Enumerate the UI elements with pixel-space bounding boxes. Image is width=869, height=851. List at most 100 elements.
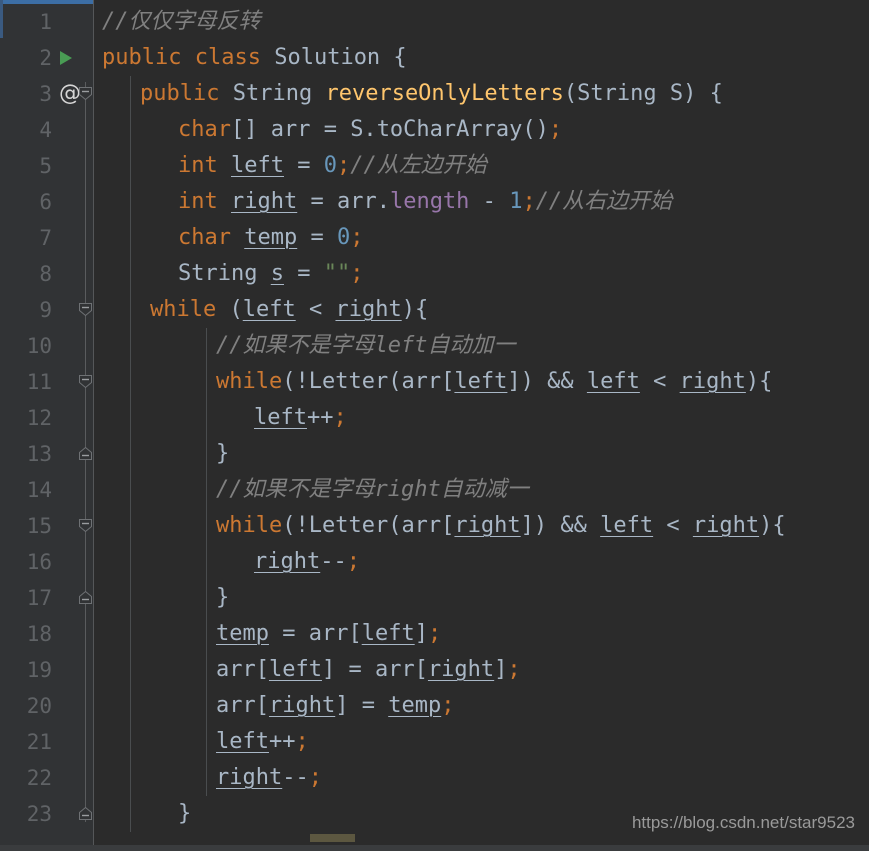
token-sem: ; <box>295 729 309 754</box>
token-pln <box>231 225 244 250</box>
token-var: right <box>692 513 760 538</box>
line-number: 1 <box>39 10 52 34</box>
token-var: right <box>454 513 521 538</box>
fold-collapse-up-icon[interactable] <box>77 589 94 606</box>
indent-guide <box>130 76 131 832</box>
token-pln: (!Letter(arr[ <box>282 513 455 538</box>
code-line[interactable]: left++; <box>216 724 309 760</box>
gutter-row[interactable]: 8 <box>0 256 93 292</box>
gutter-row[interactable]: 6 <box>0 184 93 220</box>
fold-collapse-down-icon[interactable] <box>77 85 94 102</box>
code-line[interactable]: right--; <box>216 760 322 796</box>
gutter-row[interactable]: 2 <box>0 40 93 76</box>
token-var: right <box>216 765 283 790</box>
token-pln <box>312 81 325 106</box>
code-line[interactable]: right--; <box>254 544 360 580</box>
token-sem: ; <box>441 693 455 718</box>
line-number: 16 <box>26 550 52 574</box>
token-num: 1 <box>509 189 523 214</box>
token-var: left <box>268 657 322 682</box>
csdn-watermark: https://blog.csdn.net/star9523 <box>631 813 855 832</box>
code-line[interactable]: int right = arr.length - 1;//从右边开始 <box>178 184 672 220</box>
token-kw: char <box>178 117 231 142</box>
gutter-row[interactable]: 20 <box>0 688 93 724</box>
token-pln: ] = <box>335 693 389 718</box>
code-line[interactable]: char temp = 0; <box>178 220 363 256</box>
gutter-row[interactable]: 18 <box>0 616 93 652</box>
token-sem: ; <box>308 765 322 790</box>
code-line[interactable]: String s = ""; <box>178 256 363 292</box>
line-number: 11 <box>26 370 52 394</box>
code-line[interactable]: left++; <box>254 400 347 436</box>
line-number: 14 <box>26 478 52 502</box>
run-triangle-icon[interactable] <box>60 51 72 65</box>
token-pln: - <box>469 189 510 214</box>
code-line[interactable]: int left = 0;//从左边开始 <box>178 148 487 184</box>
token-sem: ; <box>427 621 442 646</box>
token-kw: public <box>140 81 220 106</box>
token-kw: while <box>150 297 217 322</box>
code-line[interactable]: public class Solution { <box>102 40 407 76</box>
gutter-row[interactable]: 12 <box>0 400 93 436</box>
line-number: 22 <box>26 766 52 790</box>
code-line[interactable]: } <box>178 796 191 832</box>
token-sem: ; <box>522 189 536 214</box>
gutter-row[interactable]: 10 <box>0 328 93 364</box>
fold-collapse-down-icon[interactable] <box>77 301 94 318</box>
token-var: left <box>586 369 640 394</box>
token-var: left <box>361 621 415 646</box>
code-line[interactable]: char[] arr = S.toCharArray(); <box>178 112 562 148</box>
gutter-row[interactable]: 22 <box>0 760 93 796</box>
token-mth: reverseOnlyLetters <box>325 81 564 106</box>
fold-collapse-up-icon[interactable] <box>77 445 94 462</box>
code-line[interactable]: arr[left] = arr[right]; <box>216 652 521 688</box>
code-line[interactable]: //如果不是字母right自动减一 <box>216 472 529 508</box>
token-pln <box>218 153 231 178</box>
gutter-row[interactable]: 5 <box>0 148 93 184</box>
code-line[interactable]: while(!Letter(arr[right]) && left < righ… <box>216 508 786 544</box>
code-line[interactable]: //如果不是字母left自动加一 <box>216 328 515 364</box>
line-number: 18 <box>26 622 52 646</box>
code-line[interactable]: arr[right] = temp; <box>216 688 454 724</box>
token-pln <box>261 45 274 70</box>
editor-bottom-edge <box>0 845 869 851</box>
token-var: right <box>254 549 321 574</box>
token-pln: toCharArray() <box>376 117 549 142</box>
token-kw: char <box>178 225 231 250</box>
token-var: left <box>242 297 296 322</box>
code-line[interactable]: temp = arr[left]; <box>216 616 441 652</box>
token-pln: ){ <box>759 513 786 538</box>
gutter-row[interactable]: 1 <box>0 4 93 40</box>
fold-collapse-down-icon[interactable] <box>77 373 94 390</box>
code-line[interactable]: //仅仅字母反转 <box>102 4 261 40</box>
code-line[interactable]: public String reverseOnlyLetters(String … <box>140 76 723 112</box>
fold-collapse-down-icon[interactable] <box>77 517 94 534</box>
gutter-row[interactable]: 19 <box>0 652 93 688</box>
gutter-row[interactable]: 21 <box>0 724 93 760</box>
gutter-row[interactable]: 4 <box>0 112 93 148</box>
line-number: 9 <box>39 298 52 322</box>
token-pln: = arr[ <box>268 621 362 646</box>
indent-guide <box>206 328 207 796</box>
fold-collapse-up-icon[interactable] <box>77 805 94 822</box>
gutter-row[interactable]: 16 <box>0 544 93 580</box>
token-cmt: //从左边开始 <box>350 153 487 178</box>
token-typ: String <box>178 261 258 286</box>
code-line[interactable]: } <box>216 580 229 616</box>
token-var: right <box>335 297 402 322</box>
code-editor-window: 1 2 3 @4 5 6 7 8 9 10 11 12 13 14 15 16 17 18 19 20 21 22 23 /… <box>0 0 869 851</box>
gutter-row[interactable]: 14 <box>0 472 93 508</box>
token-pln: (!Letter(arr[ <box>282 369 455 394</box>
gutter-row[interactable]: 7 <box>0 220 93 256</box>
token-var: right <box>679 369 746 394</box>
line-number: 13 <box>26 442 52 466</box>
token-pln: ){ <box>745 369 773 394</box>
token-cmt: //仅仅字母反转 <box>102 9 261 34</box>
code-line[interactable]: while (left < right){ <box>150 292 428 328</box>
line-number: 3 <box>39 82 52 106</box>
code-line[interactable]: while(!Letter(arr[left]) && left < right… <box>216 364 772 400</box>
line-number: 17 <box>26 586 52 610</box>
horizontal-scrollbar-thumb[interactable] <box>310 834 355 842</box>
code-line[interactable]: } <box>216 436 229 472</box>
token-pln: S) { <box>656 81 723 106</box>
